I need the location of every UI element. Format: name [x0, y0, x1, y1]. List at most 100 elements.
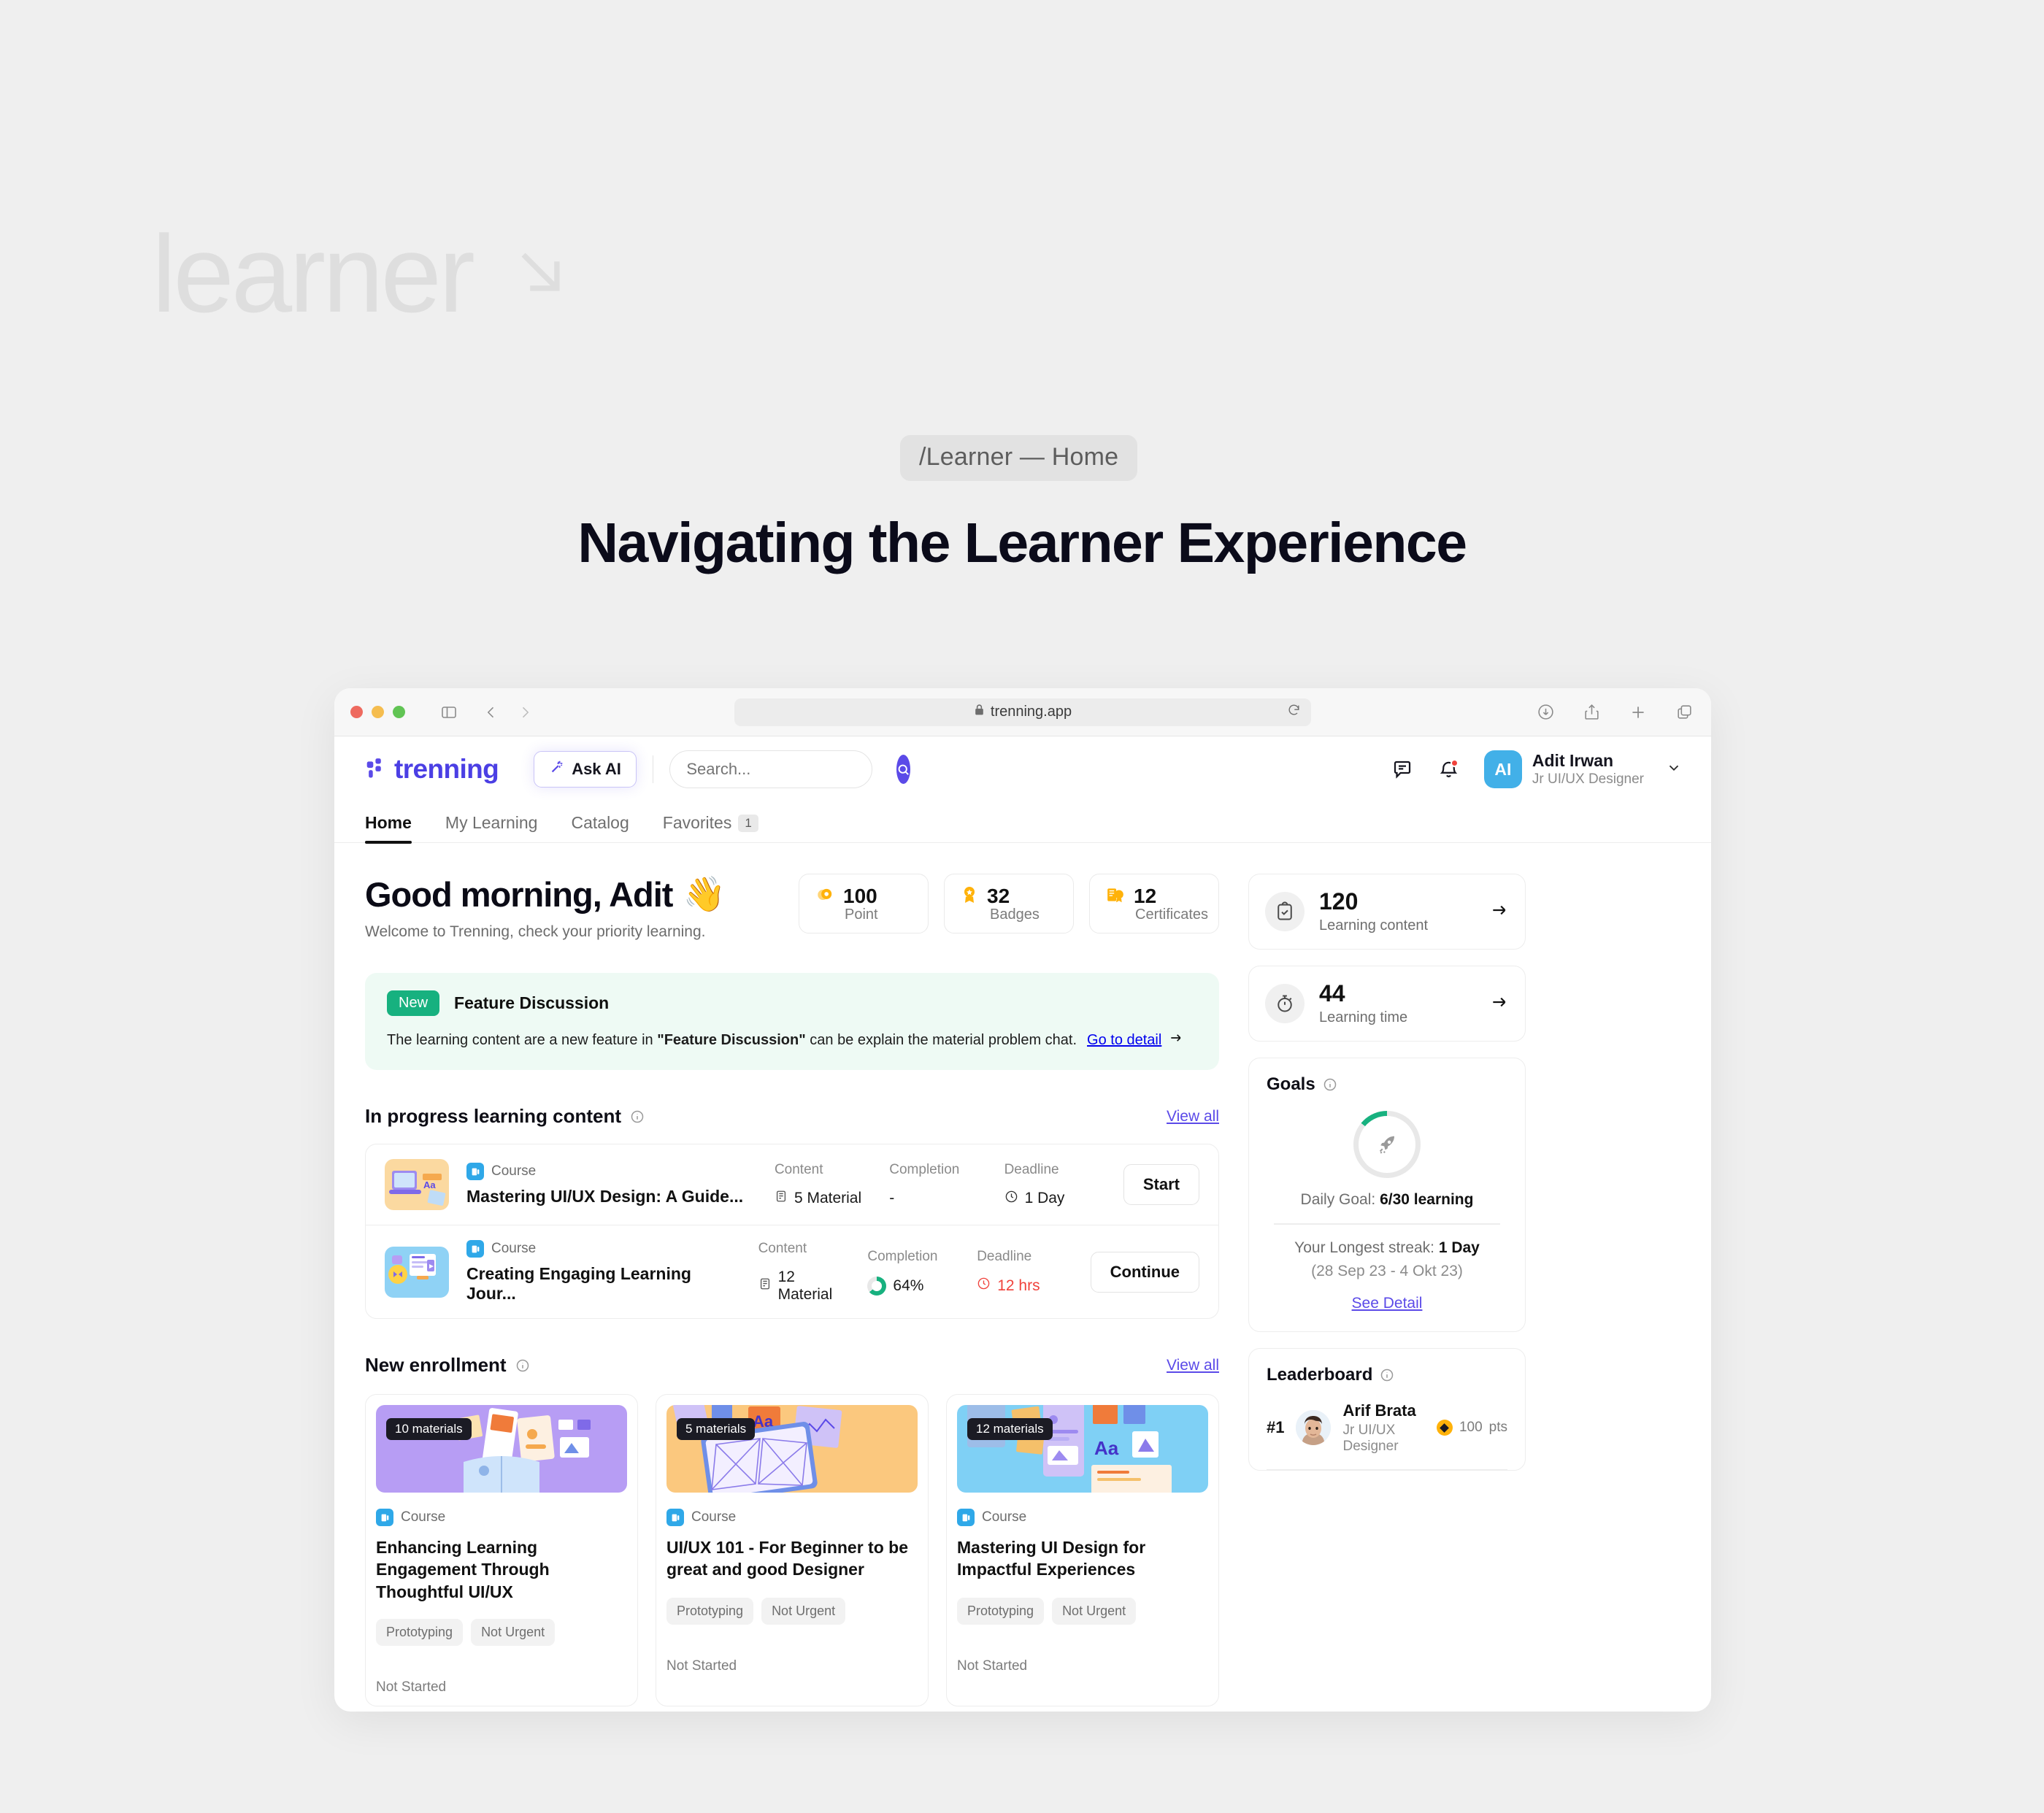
- tab-my-learning[interactable]: My Learning: [445, 813, 538, 842]
- start-button[interactable]: Start: [1123, 1164, 1199, 1205]
- card-status: Not Started: [666, 1658, 737, 1674]
- card-title: Enhancing Learning Engagement Through Th…: [376, 1538, 550, 1601]
- section-title: In progress learning content: [365, 1105, 645, 1128]
- card-thumbnail: 10 materials: [376, 1405, 627, 1493]
- chevron-down-icon[interactable]: [1666, 760, 1682, 780]
- maximize-window-button[interactable]: [393, 706, 405, 718]
- sidebar-toggle-icon[interactable]: [440, 704, 458, 721]
- progress-ring: [867, 1276, 887, 1296]
- materials-tag: 12 materials: [967, 1418, 1053, 1440]
- list-item[interactable]: Aa 5 materials Course UI/UX 101 - For Be…: [656, 1394, 929, 1707]
- goals-title-text: Goals: [1267, 1074, 1315, 1095]
- banner-text-after: can be explain the material problem chat…: [805, 1031, 1077, 1048]
- svg-text:Aa: Aa: [423, 1179, 436, 1190]
- page-body: Good morning, Adit 👋 Welcome to Trenning…: [334, 843, 1711, 1712]
- list-item[interactable]: 10 materials Course Enhancing Learning E…: [365, 1394, 638, 1707]
- chip-tag: Not Urgent: [1052, 1598, 1137, 1625]
- info-icon[interactable]: [515, 1358, 530, 1373]
- tab-home[interactable]: Home: [365, 813, 412, 844]
- in-progress-title: In progress learning content: [365, 1105, 622, 1127]
- stat-label: Certificates: [1135, 906, 1209, 923]
- course-thumbnail: Aa: [385, 1159, 449, 1210]
- window-controls[interactable]: [350, 706, 405, 718]
- reload-icon[interactable]: [1287, 703, 1301, 721]
- list-item[interactable]: #1 Arif Brata Jr UI/UX Designer 100 pts: [1267, 1385, 1507, 1470]
- info-icon[interactable]: [1323, 1077, 1337, 1092]
- watermark-text: learner: [152, 212, 475, 335]
- chevron-right-icon[interactable]: [518, 705, 532, 720]
- user-menu[interactable]: AI Adit Irwan Jr UI/UX Designer: [1483, 750, 1682, 788]
- stat-value: 12: [1134, 885, 1157, 907]
- card-kind: Course: [957, 1509, 1208, 1526]
- deadline-column: Deadline 12 hrs: [977, 1249, 1072, 1295]
- completion-value: 64%: [867, 1276, 959, 1296]
- plus-icon[interactable]: [1629, 703, 1648, 722]
- continue-button[interactable]: Continue: [1090, 1251, 1199, 1293]
- deadline-text: 12 hrs: [997, 1277, 1040, 1294]
- header-right-group: AI Adit Irwan Jr UI/UX Designer: [1391, 750, 1682, 788]
- search-input[interactable]: [686, 760, 897, 779]
- in-progress-view-all[interactable]: View all: [1167, 1108, 1219, 1125]
- address-bar[interactable]: trenning.app: [734, 698, 1311, 726]
- arrow-right-icon: [1169, 1031, 1183, 1050]
- page-root: learner /Learner — Home Navigating the L…: [0, 0, 2044, 1813]
- stat-top: 32: [961, 885, 1073, 908]
- arrow-right-icon[interactable]: [1490, 901, 1509, 923]
- point-coin-icon: [815, 885, 834, 908]
- metric-learning-time[interactable]: 44 Learning time: [1248, 966, 1526, 1042]
- daily-goal-value: 6/30 learning: [1380, 1191, 1474, 1209]
- chevron-left-icon[interactable]: [484, 705, 499, 720]
- go-to-detail-link[interactable]: Go to detail: [1087, 1031, 1183, 1050]
- tab-catalog[interactable]: Catalog: [571, 813, 629, 842]
- stat-point[interactable]: 100 Point: [799, 874, 929, 934]
- ask-ai-label: Ask AI: [572, 760, 621, 778]
- course-kind-label: Course: [491, 1241, 537, 1256]
- ask-ai-button[interactable]: Ask AI: [534, 751, 637, 788]
- arrow-down-right-icon: [500, 219, 580, 328]
- app-logo[interactable]: trenning: [365, 754, 499, 785]
- search-box[interactable]: [669, 750, 911, 788]
- list-item[interactable]: Aa 12 materials Course Mastering UI Desi…: [946, 1394, 1219, 1707]
- new-enrollment-view-all[interactable]: View all: [1167, 1357, 1219, 1374]
- column-header-content: Content: [774, 1162, 823, 1177]
- content-text: 5 Material: [794, 1190, 862, 1206]
- close-window-button[interactable]: [350, 706, 363, 718]
- metric-learning-content[interactable]: 120 Learning content: [1248, 874, 1526, 950]
- deadline-value: 12 hrs: [977, 1277, 1072, 1295]
- copy-tabs-icon[interactable]: [1675, 703, 1694, 721]
- stat-certificates[interactable]: 12 Certificates: [1089, 874, 1219, 934]
- metric-value: 44: [1319, 980, 1345, 1007]
- stat-badges[interactable]: 32 Badges: [944, 874, 1074, 934]
- bell-icon[interactable]: [1438, 758, 1459, 780]
- user-role: Jr UI/UX Designer: [1532, 771, 1644, 787]
- search-icon[interactable]: [896, 755, 911, 784]
- nav-buttons[interactable]: [484, 705, 532, 720]
- goals-gauge: [1267, 1111, 1507, 1179]
- chat-icon[interactable]: [1391, 758, 1413, 780]
- info-icon[interactable]: [1380, 1368, 1394, 1382]
- app-header: trenning Ask AI Search... AI Adit Irwan …: [334, 736, 1711, 802]
- main-tabs[interactable]: Home My Learning Catalog Favorites 1: [334, 802, 1711, 844]
- minimize-window-button[interactable]: [372, 706, 384, 718]
- see-detail-link[interactable]: See Detail: [1267, 1295, 1507, 1312]
- info-icon[interactable]: [630, 1109, 645, 1124]
- table-row[interactable]: Course Creating Engaging Learning Jour..…: [366, 1225, 1218, 1318]
- arrow-right-icon[interactable]: [1490, 993, 1509, 1015]
- metric-text: 44 Learning time: [1319, 980, 1407, 1026]
- breadcrumb: /Learner — Home: [900, 435, 1138, 481]
- content-column: Content 12 Material: [758, 1241, 850, 1304]
- share-icon[interactable]: [1583, 703, 1601, 721]
- favorites-count-badge: 1: [738, 814, 758, 832]
- banner-text: The learning content are a new feature i…: [387, 1032, 1077, 1049]
- course-icon: [466, 1240, 484, 1258]
- download-icon[interactable]: [1537, 703, 1555, 721]
- main-column: Good morning, Adit 👋 Welcome to Trenning…: [365, 874, 1219, 1712]
- table-row[interactable]: Aa Course Mastering UI/UX Design: A Guid…: [366, 1144, 1218, 1225]
- metric-value: 120: [1319, 888, 1359, 915]
- column-header-content: Content: [758, 1240, 807, 1256]
- card-status: Not Started: [957, 1658, 1028, 1674]
- avatar: [1296, 1410, 1332, 1446]
- content-column: Content 5 Material: [775, 1162, 872, 1207]
- tab-favorites[interactable]: Favorites 1: [663, 813, 758, 842]
- tab-label: Catalog: [571, 813, 629, 832]
